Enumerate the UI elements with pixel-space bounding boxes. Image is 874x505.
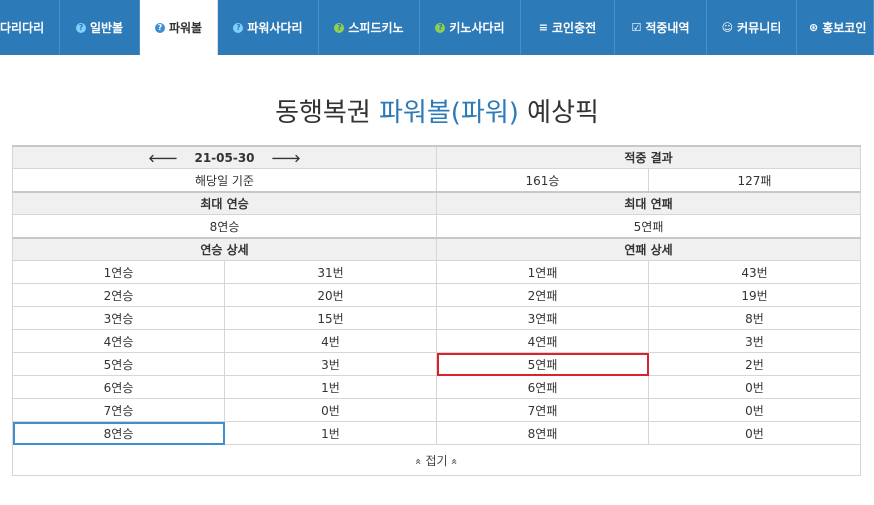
loss-streak-label: 3연패 — [436, 306, 649, 330]
loss-streak-count: 0번 — [648, 375, 861, 399]
loss-streak-label: 2연패 — [436, 283, 649, 307]
question-icon: ? — [334, 22, 345, 33]
nav-label: 다리다리 — [0, 21, 45, 35]
loss-streak-count: 3번 — [648, 329, 861, 353]
win-streak-count: 1번 — [224, 421, 437, 445]
title-highlight: 파워볼(파워) — [379, 98, 519, 128]
win-streak-label: 6연승 — [12, 375, 225, 399]
loss-streak-label-highlighted: 5연패 — [436, 352, 649, 376]
top-nav: 다리다리 ? 일반볼 ? 파워볼 ? 파워사다리 ? 스피드키노 ? 키노사다리… — [0, 0, 874, 55]
win-streak-count: 20번 — [224, 283, 437, 307]
nav-item-hit-history[interactable]: ☑ 적중내역 — [615, 0, 707, 55]
nav-label: 커뮤니티 — [737, 21, 782, 35]
nav-item-powerball[interactable]: ? 파워볼 — [140, 0, 218, 55]
date-label: 21-05-30 — [194, 150, 255, 165]
nav-label: 스피드키노 — [348, 21, 404, 35]
result-header: 적중 결과 — [436, 145, 861, 169]
win-streak-label: 4연승 — [12, 329, 225, 353]
basis-label: 해당일 기준 — [12, 168, 437, 193]
loss-streak-label: 4연패 — [436, 329, 649, 353]
win-streak-label: 5연승 — [12, 352, 225, 376]
win-streak-count: 31번 — [224, 260, 437, 284]
question-icon: ? — [154, 22, 165, 33]
win-streak-count: 4번 — [224, 329, 437, 353]
nav-label: 적중내역 — [645, 21, 690, 35]
max-win-value: 8연승 — [12, 214, 437, 239]
win-streak-count: 1번 — [224, 375, 437, 399]
checkbox-icon: ☑ — [631, 21, 642, 34]
wins-count: 161승 — [436, 168, 649, 193]
table-row: 1연승 31번 1연패 43번 — [12, 260, 861, 284]
nav-label: 파워사다리 — [247, 21, 303, 35]
nav-label: 일반볼 — [89, 21, 124, 35]
win-streak-label: 1연승 — [12, 260, 225, 284]
nav-label: 키노사다리 — [449, 21, 505, 35]
page-title: 동행복권 파워볼(파워) 예상픽 — [275, 98, 599, 128]
smile-icon: ☺ — [721, 21, 734, 34]
max-loss-header: 최대 연패 — [436, 191, 861, 215]
loss-detail-header: 연패 상세 — [436, 237, 861, 261]
loss-streak-count: 8번 — [648, 306, 861, 330]
nav-item-coin-charge[interactable]: ≡ 코인충전 — [521, 0, 615, 55]
nav-item-promo-coin[interactable]: ⊛ 홍보코인 — [797, 0, 874, 55]
date-nav-cell: 🡐 21-05-30 🡒 — [12, 145, 437, 169]
table-row: 7연승 0번 7연패 0번 — [12, 398, 861, 422]
table-row: 6연승 1번 6연패 0번 — [12, 375, 861, 399]
loss-streak-count: 0번 — [648, 398, 861, 422]
nav-label: 코인충전 — [552, 21, 597, 35]
max-win-header: 최대 연승 — [12, 191, 437, 215]
nav-label: 홍보코인 — [822, 21, 867, 35]
promo-icon: ⊛ — [809, 21, 819, 34]
loss-streak-count: 19번 — [648, 283, 861, 307]
win-streak-label: 7연승 — [12, 398, 225, 422]
loss-streak-label: 8연패 — [436, 421, 649, 445]
coin-stack-icon: ≡ — [538, 21, 549, 34]
win-streak-count: 15번 — [224, 306, 437, 330]
win-detail-header: 연승 상세 — [12, 237, 437, 261]
max-loss-value: 5연패 — [436, 214, 861, 239]
loss-streak-count: 0번 — [648, 421, 861, 445]
fold-button[interactable]: « 접기 « — [12, 444, 861, 476]
win-streak-count: 3번 — [224, 352, 437, 376]
win-streak-count: 0번 — [224, 398, 437, 422]
loss-streak-count: 43번 — [648, 260, 861, 284]
table-row: 3연승 15번 3연패 8번 — [12, 306, 861, 330]
nav-item-keno-ladder[interactable]: ? 키노사다리 — [420, 0, 521, 55]
nav-label: 파워볼 — [168, 21, 203, 35]
nav-item-normal-ball[interactable]: ? 일반볼 — [60, 0, 140, 55]
prev-date-arrow-icon[interactable]: 🡐 — [148, 152, 178, 165]
win-streak-label: 2연승 — [12, 283, 225, 307]
nav-item-speed-keno[interactable]: ? 스피드키노 — [319, 0, 420, 55]
nav-item-daridari[interactable]: 다리다리 — [0, 0, 60, 55]
loss-streak-label: 6연패 — [436, 375, 649, 399]
losses-count: 127패 — [648, 168, 861, 193]
table-row: 5연승 3번 5연패 2번 — [12, 352, 861, 376]
question-icon: ? — [75, 22, 86, 33]
loss-streak-count: 2번 — [648, 352, 861, 376]
win-streak-label: 3연승 — [12, 306, 225, 330]
chevron-up-icon: « — [448, 457, 462, 465]
fold-label: 접기 — [425, 453, 448, 468]
win-streak-label-highlighted: 8연승 — [12, 421, 225, 445]
table-row: 2연승 20번 2연패 19번 — [12, 283, 861, 307]
chevron-up-icon: « — [411, 457, 425, 465]
loss-streak-label: 7연패 — [436, 398, 649, 422]
loss-streak-label: 1연패 — [436, 260, 649, 284]
nav-item-community[interactable]: ☺ 커뮤니티 — [707, 0, 797, 55]
stats-table: 🡐 21-05-30 🡒 적중 결과 해당일 기준 161승 127패 최대 연… — [12, 145, 861, 476]
question-icon: ? — [435, 22, 446, 33]
nav-item-power-ladder[interactable]: ? 파워사다리 — [218, 0, 319, 55]
question-icon: ? — [233, 22, 244, 33]
table-row: 8연승 1번 8연패 0번 — [12, 421, 861, 445]
next-date-arrow-icon[interactable]: 🡒 — [271, 152, 301, 165]
table-row: 4연승 4번 4연패 3번 — [12, 329, 861, 353]
